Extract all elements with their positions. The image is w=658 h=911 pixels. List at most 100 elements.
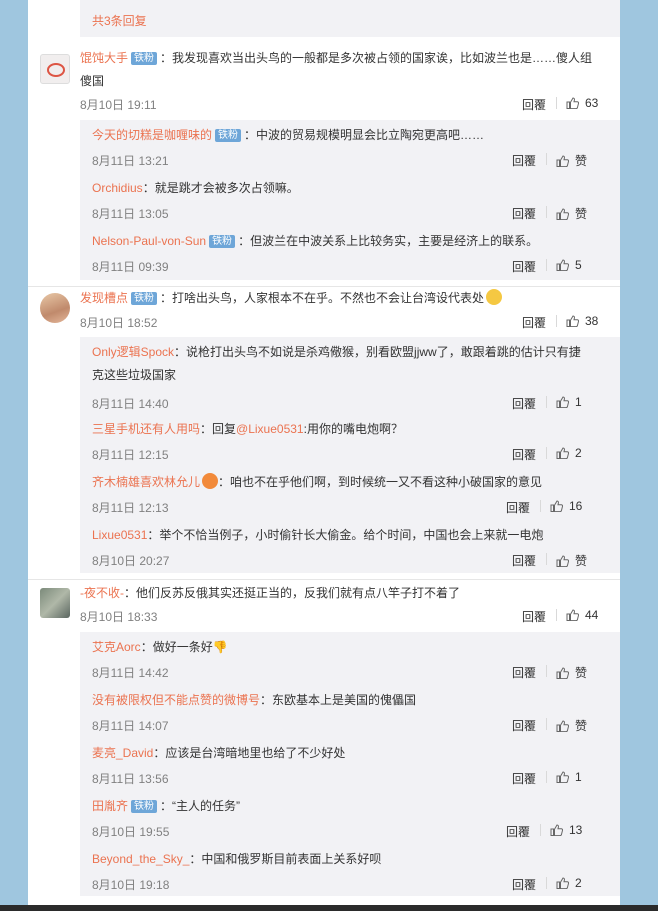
thumbs-up-icon	[556, 259, 569, 271]
reply-time: 8月10日 19:18	[92, 878, 170, 892]
reply-body: ：“主人的任务”	[160, 799, 241, 813]
reply-button[interactable]: 回覆	[512, 258, 536, 275]
comment-username[interactable]: 馄饨大手	[80, 51, 128, 65]
reply-time: 8月11日 12:13	[92, 501, 169, 515]
like-count: 63	[585, 96, 599, 110]
reply-username[interactable]: Orchidius	[92, 181, 143, 195]
like-count: 赞	[575, 207, 588, 221]
reply-username[interactable]: Nelson-Paul-von-Sun	[92, 234, 206, 248]
reply-button[interactable]: 回覆	[506, 823, 530, 840]
reply-button[interactable]: 回覆	[512, 664, 536, 681]
reply-button[interactable]: 回覆	[522, 314, 546, 331]
reply-username[interactable]: 齐木楠雄喜欢林允儿	[92, 475, 200, 489]
reply-button[interactable]: 回覆	[512, 552, 536, 569]
thumbs-up-icon	[566, 315, 579, 327]
reply-username[interactable]: Only逻辑Spock	[92, 345, 174, 359]
reply-time: 8月11日 13:56	[92, 772, 169, 786]
comment-text: -夜不收-：他们反苏反俄其实还挺正当的，反我们就有点八竿子打不着了	[80, 582, 600, 605]
comment-divider	[28, 579, 620, 580]
comment-text: 发现槽点 铁粉 ：打啥出头鸟，人家根本不在乎。不然也不会让台湾设代表处	[80, 287, 600, 310]
reply-button[interactable]: 回覆	[512, 205, 536, 222]
like-count: 赞	[575, 154, 588, 168]
comment-body: ：他们反苏反俄其实还挺正当的，反我们就有点八竿子打不着了	[124, 586, 461, 600]
thumbs-up-icon	[556, 877, 569, 889]
reply-button[interactable]: 回覆	[512, 395, 536, 412]
comment-text: 馄饨大手 铁粉 ：我发现喜欢当出头鸟的一般都是多次被占领的国家诶，比如波兰也是……傻…	[80, 47, 600, 93]
comment-time: 8月10日 18:52	[80, 316, 158, 330]
avatar[interactable]	[40, 54, 70, 84]
fan-badge: 铁粉	[131, 292, 158, 305]
like-button[interactable]: 赞	[556, 717, 587, 734]
thumbs-up-icon	[566, 609, 579, 621]
fan-badge: 铁粉	[131, 800, 158, 813]
thumbs-up-icon	[556, 555, 569, 567]
reply-username[interactable]: 今天的切糕是咖喱味的	[92, 128, 212, 142]
comment-body-cont: 傻国	[80, 74, 105, 88]
comment-body: ：我发现喜欢当出头鸟的一般都是多次被占领的国家诶，比如波兰也是……傻人组	[160, 51, 593, 65]
like-button[interactable]: 赞	[556, 552, 587, 569]
like-button[interactable]: 44	[566, 608, 598, 622]
like-count: 赞	[575, 719, 588, 733]
like-button[interactable]: 1	[556, 770, 582, 784]
like-button[interactable]: 赞	[556, 664, 587, 681]
reply-box: Only逻辑Spock：说枪打出头鸟不如说是杀鸡儆猴，别看欧盟jjww了，敢跟着…	[80, 337, 620, 573]
reply-body: ：中波的贸易规模明显会比立陶宛更高吧……	[244, 128, 485, 142]
reply-box: 艾克Aorc：做好一条好👎 8月11日 14:42 回覆 赞 没有被限权但不能点…	[80, 632, 620, 896]
reply-username[interactable]: 三星手机还有人用吗	[92, 422, 200, 436]
reply-username[interactable]: 艾克Aorc	[92, 640, 141, 654]
reply-box-top: 共3条回复	[80, 0, 620, 37]
divider	[546, 153, 547, 165]
reply-username[interactable]: 田胤齐	[92, 799, 128, 813]
thumbs-up-icon	[556, 396, 569, 408]
reply-username[interactable]: 没有被限权但不能点赞的微博号	[92, 693, 260, 707]
comment-username[interactable]: -夜不收-	[80, 586, 124, 600]
divider	[546, 665, 547, 677]
reply-button[interactable]: 回覆	[512, 770, 536, 787]
divider	[546, 553, 547, 565]
comment-username[interactable]: 发现槽点	[80, 291, 128, 305]
reply-time: 8月10日 20:27	[92, 554, 170, 568]
reply-username[interactable]: 麦亮_David	[92, 746, 153, 760]
reply-button[interactable]: 回覆	[522, 96, 546, 113]
avatar[interactable]	[40, 293, 70, 323]
reply-username[interactable]: Lixue0531	[92, 528, 147, 542]
like-button[interactable]: 16	[550, 499, 582, 513]
like-button[interactable]: 38	[566, 314, 598, 328]
like-button[interactable]: 5	[556, 258, 582, 272]
like-button[interactable]: 63	[566, 96, 598, 110]
mention-link[interactable]: @Lixue0531	[236, 422, 304, 436]
like-button[interactable]: 赞	[556, 152, 587, 169]
reply-time: 8月11日 09:39	[92, 260, 169, 274]
divider	[540, 500, 541, 512]
reply-body: ：应该是台湾暗地里也给了不少好处	[153, 746, 346, 760]
reply-box: 今天的切糕是咖喱味的铁粉 ：中波的贸易规模明显会比立陶宛更高吧…… 8月11日 1…	[80, 120, 620, 280]
more-replies-link[interactable]: 共3条回复	[92, 12, 147, 29]
reply-body: ：做好一条好👎	[140, 640, 228, 654]
divider	[556, 97, 557, 109]
thumbs-up-icon	[550, 500, 563, 512]
reply-button[interactable]: 回覆	[512, 446, 536, 463]
reply-button[interactable]: 回覆	[512, 152, 536, 169]
like-button[interactable]: 2	[556, 446, 582, 460]
like-button[interactable]: 1	[556, 395, 582, 409]
like-count: 5	[575, 258, 582, 272]
divider	[546, 396, 547, 408]
reply-body: ：东欧基本上是美国的傀儡国	[260, 693, 417, 707]
avatar[interactable]	[40, 588, 70, 618]
reply-username[interactable]: Beyond_the_Sky_	[92, 852, 189, 866]
reply-button[interactable]: 回覆	[506, 499, 530, 516]
reply-body: ：回复	[200, 422, 237, 436]
like-button[interactable]: 2	[556, 876, 582, 890]
fan-badge: 铁粉	[209, 235, 236, 248]
reply-button[interactable]: 回覆	[522, 608, 546, 625]
reply-body: ：就是跳才会被多次占领嘛。	[142, 181, 299, 195]
thumbs-up-icon	[556, 447, 569, 459]
reply-button[interactable]: 回覆	[512, 876, 536, 893]
like-count: 1	[575, 770, 582, 784]
reply-button[interactable]: 回覆	[512, 717, 536, 734]
like-button[interactable]: 赞	[556, 205, 587, 222]
reply-time: 8月11日 13:21	[92, 154, 169, 168]
like-button[interactable]: 13	[550, 823, 582, 837]
reply-body-after: :用你的嘴电炮啊？	[303, 422, 403, 436]
divider	[546, 447, 547, 459]
